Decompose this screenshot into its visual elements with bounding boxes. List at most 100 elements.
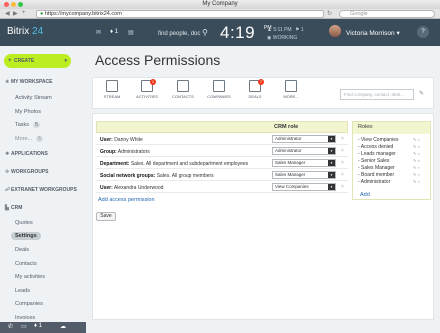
edit-delete-icon[interactable]: ✎ × (413, 172, 420, 177)
section-extranet[interactable]: ☍EXTRANET WORKGROUPS (5, 187, 77, 193)
table-row: User: Alexandra Underwood View Companies… (96, 182, 348, 193)
working-status[interactable]: ◉ WORKING (267, 35, 297, 41)
create-label: CREATE (14, 58, 35, 64)
sidebar-item-invoices[interactable]: Invoices (15, 315, 35, 321)
remove-icon[interactable]: × (341, 172, 344, 178)
toolbar-more[interactable]: MORE... (275, 80, 307, 99)
remove-icon[interactable]: × (341, 184, 344, 190)
window-title: My Company (202, 1, 238, 7)
row-label: Group: Administrators (100, 149, 150, 155)
search-placeholder: Google (350, 11, 368, 17)
remove-icon[interactable]: × (341, 148, 344, 154)
edit-delete-icon[interactable]: ✎ × (413, 158, 420, 163)
toolbar-stream[interactable]: STREAM (96, 80, 128, 99)
role-item[interactable]: - Board member (358, 172, 394, 178)
section-crm[interactable]: ▙ CRM (5, 205, 22, 211)
toolbar-activities[interactable]: 1 ACTIVITIES (131, 79, 163, 99)
edit-delete-icon[interactable]: ✎ × (413, 137, 420, 142)
edit-delete-icon[interactable]: ✎ × (413, 144, 420, 149)
sidebar-item-more[interactable]: More... 5 (15, 136, 43, 142)
close-window-icon[interactable] (4, 2, 9, 7)
reload-icon[interactable]: ↻ (327, 10, 332, 17)
role-select[interactable]: Administrator ▼ (272, 135, 336, 143)
notifications-icon[interactable]: ♦ 1 (110, 29, 118, 35)
section-applications[interactable]: ❖ APPLICATIONS (5, 151, 48, 157)
role-item[interactable]: - Administrator (358, 179, 390, 185)
edit-delete-icon[interactable]: ✎ × (413, 179, 420, 184)
header-search[interactable]: find people, doc ⚲ (158, 28, 208, 37)
contacts-icon (177, 80, 189, 92)
select-arrow-icon: ▼ (328, 160, 335, 166)
role-select[interactable]: Sales Manager ▼ (272, 159, 336, 167)
select-arrow-icon: ▼ (328, 136, 335, 142)
lock-icon: ● (40, 11, 44, 17)
crm-search-input[interactable]: Find company, contact, deal... (340, 89, 414, 100)
messages-icon[interactable]: ✉ (96, 29, 101, 36)
role-select[interactable]: Administrator ▼ (272, 147, 336, 155)
add-role-link[interactable]: Add (360, 192, 370, 198)
bitrix-logo[interactable]: Bitrix 24 (7, 26, 43, 37)
role-item[interactable]: - Leads manager (358, 151, 396, 157)
table-row: Department: Sales. All department and su… (96, 158, 348, 169)
clock[interactable]: 4:19 (220, 23, 255, 43)
address-bar[interactable]: ● https://mycompany.bitrix24.com (36, 10, 324, 18)
toolbar-companies[interactable]: COMPANIES (203, 80, 235, 99)
edit-delete-icon[interactable]: ✎ × (413, 165, 420, 170)
more-badge: 5 (36, 136, 43, 142)
back-arrow-icon[interactable]: ◀ (5, 10, 10, 17)
table-header: CRM role (96, 121, 348, 133)
sidebar-item-leads[interactable]: Leads (15, 288, 30, 294)
help-button[interactable]: ? (417, 26, 429, 38)
row-label: User: Danny White (100, 137, 143, 143)
roles-header: Roles: (353, 122, 430, 134)
zoom-window-icon[interactable] (18, 2, 23, 7)
sidebar-item-my-activities[interactable]: My activities (15, 274, 45, 280)
role-item[interactable]: - View Companies (358, 137, 398, 143)
activities-badge: 1 (150, 79, 156, 85)
sidebar-item-quotes[interactable]: Quotes (15, 220, 33, 226)
sidebar-item-contacts[interactable]: Contacts (15, 261, 37, 267)
notification-bell-icon[interactable]: ♦ 1 (34, 323, 42, 329)
remove-icon[interactable]: × (341, 160, 344, 166)
remove-icon[interactable]: × (341, 136, 344, 142)
forward-arrow-icon[interactable]: ▶ (13, 10, 18, 17)
window-title-bar: My Company (0, 0, 440, 9)
section-workgroups[interactable]: ✢ WORKGROUPS (5, 169, 49, 175)
role-select[interactable]: Sales Manager ▼ (272, 171, 336, 179)
sidebar-item-companies[interactable]: Companies (15, 301, 43, 307)
section-my-workspace[interactable]: ★ MY WORKSPACE (5, 79, 52, 85)
select-arrow-icon: ▼ (328, 148, 335, 154)
save-button[interactable]: Save (96, 212, 116, 221)
row-label: User: Alexandra Underwood (100, 185, 164, 191)
sidebar-item-settings[interactable]: Settings (11, 232, 41, 240)
sidebar-item-activity-stream[interactable]: Activity Stream (15, 95, 52, 101)
clock-small-count: ⚑ 1 (295, 27, 304, 33)
toolbar-deals[interactable]: 7 DEALS (239, 79, 271, 99)
browser-search-field[interactable]: Google (339, 10, 435, 18)
companies-icon (213, 80, 225, 92)
sidebar-bottom-bar: ✆ ▭ ♦ 1 ☁ (0, 322, 86, 333)
minimize-window-icon[interactable] (11, 2, 16, 7)
app-header: Bitrix 24 ✉ ♦ 1 ▤ find people, doc ⚲ 4:1… (0, 19, 440, 46)
pencil-icon[interactable]: ✎ (419, 90, 424, 97)
edit-delete-icon[interactable]: ✎ × (413, 151, 420, 156)
sidebar-item-photos[interactable]: My Photos (15, 109, 41, 115)
sidebar-item-deals[interactable]: Deals (15, 247, 29, 253)
role-item[interactable]: - Sales Manager (358, 165, 395, 171)
role-item[interactable]: - Access denied (358, 144, 393, 150)
role-select[interactable]: View Companies ▼ (272, 183, 336, 191)
role-item[interactable]: - Senior Sales (358, 158, 389, 164)
phone-icon[interactable]: ✆ (8, 323, 13, 330)
chat-bubble-icon[interactable]: ▭ (21, 323, 27, 330)
add-access-permission-link[interactable]: Add access permission (98, 197, 155, 203)
avatar[interactable] (329, 25, 341, 37)
sidebar-item-tasks[interactable]: Tasks 5 (15, 122, 40, 128)
cloud-icon[interactable]: ☁ (60, 323, 66, 330)
chat-icon[interactable]: ▤ (128, 29, 134, 36)
toolbar-contacts[interactable]: CONTACTS (167, 80, 199, 99)
user-name[interactable]: Victoria Morrison ▾ (346, 29, 400, 37)
add-tab-icon[interactable]: + (22, 10, 26, 16)
address-text: https://mycompany.bitrix24.com (44, 11, 122, 17)
create-button[interactable]: + CREATE ▾ (4, 54, 71, 68)
stream-icon (106, 80, 118, 92)
